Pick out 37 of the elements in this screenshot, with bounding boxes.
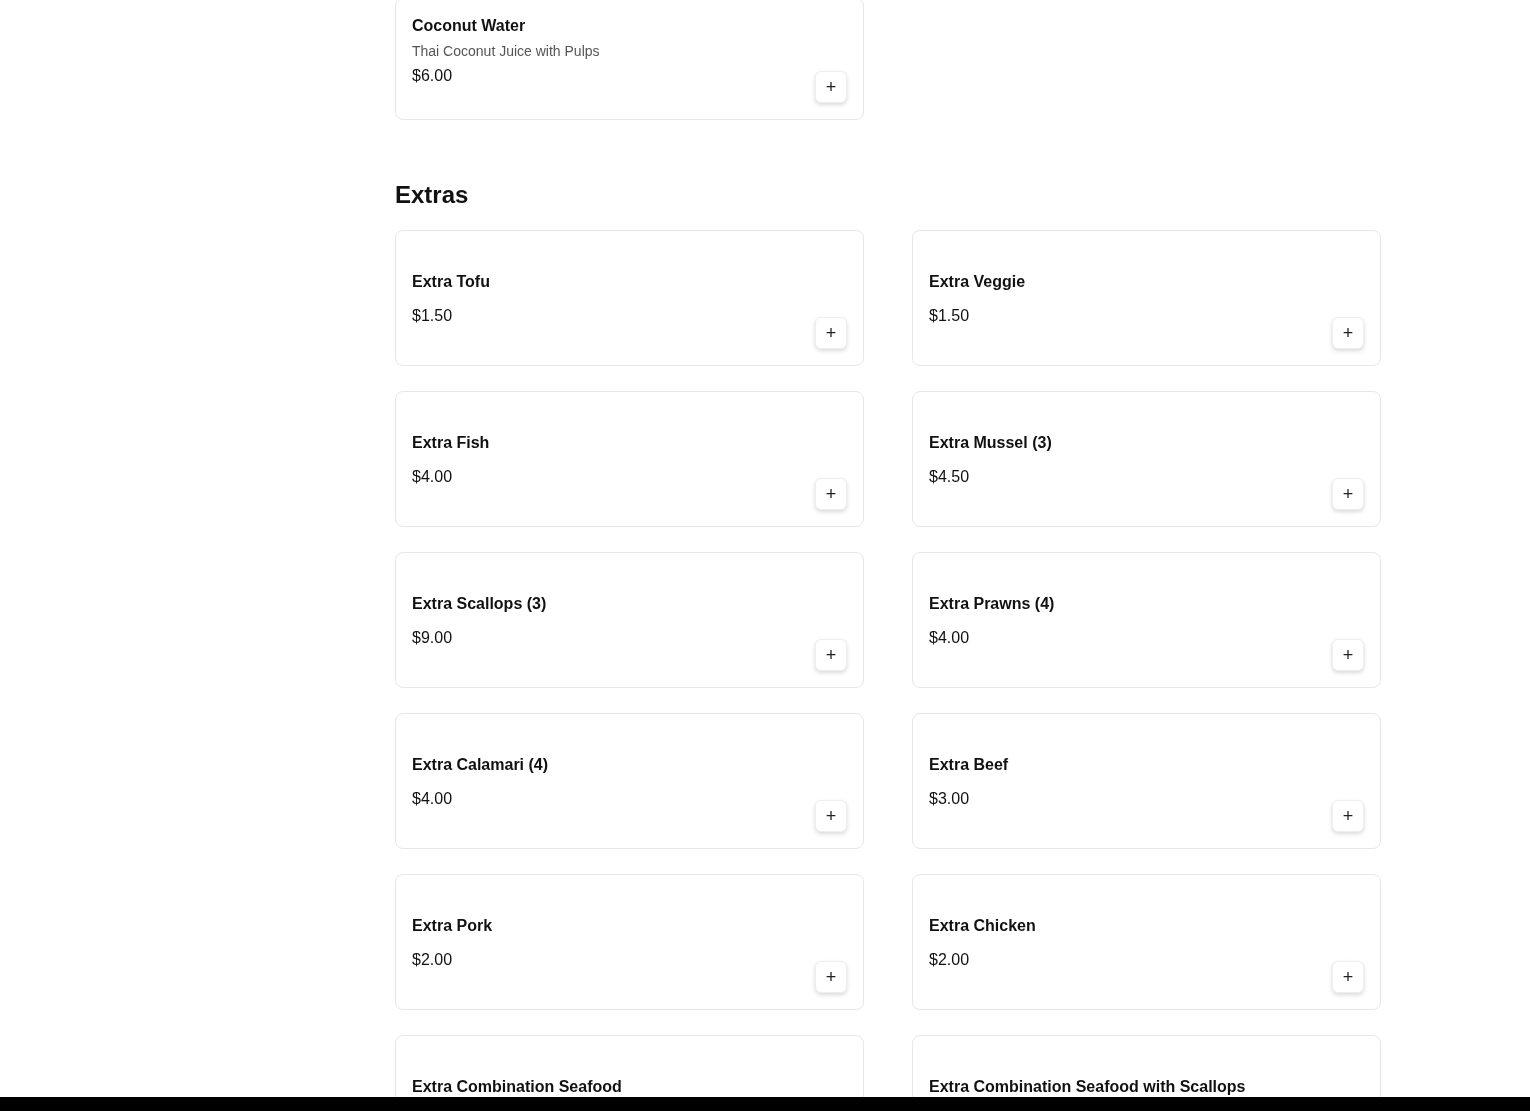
add-button[interactable]: + xyxy=(815,317,847,349)
section-heading: Extras xyxy=(395,180,470,210)
item-name: Coconut Water xyxy=(412,16,527,36)
item-name: Extra Combination Seafood xyxy=(412,1077,622,1097)
item-name: Extra Mussel (3) xyxy=(929,433,1052,453)
item-price: $1.50 xyxy=(412,306,454,326)
item-name: Extra Pork xyxy=(412,916,493,936)
item-price: $3.00 xyxy=(929,789,971,809)
item-price: $4.00 xyxy=(412,467,454,487)
item-name: Extra Fish xyxy=(412,433,490,453)
add-button[interactable]: + xyxy=(1332,478,1364,510)
add-button[interactable]: + xyxy=(1332,800,1364,832)
item-price: $2.00 xyxy=(929,950,971,970)
add-button[interactable]: + xyxy=(1332,961,1364,993)
item-name: Extra Scallops (3) xyxy=(412,594,547,614)
item-name: Extra Veggie xyxy=(929,272,1026,292)
item-price: $9.00 xyxy=(412,628,454,648)
item-price: $2.00 xyxy=(412,950,454,970)
item-price: $1.50 xyxy=(929,306,971,326)
item-price: $4.00 xyxy=(412,789,454,809)
add-button[interactable]: + xyxy=(815,71,847,103)
item-name: Extra Chicken xyxy=(929,916,1036,936)
item-name: Extra Tofu xyxy=(412,272,490,292)
add-button[interactable]: + xyxy=(815,961,847,993)
add-button[interactable]: + xyxy=(815,639,847,671)
add-button[interactable]: + xyxy=(1332,317,1364,349)
item-name: Extra Prawns (4) xyxy=(929,594,1055,614)
add-button[interactable]: + xyxy=(1332,639,1364,671)
add-button[interactable]: + xyxy=(815,800,847,832)
item-price: $4.50 xyxy=(929,467,971,487)
item-price: $6.00 xyxy=(412,66,454,86)
item-price: $4.00 xyxy=(929,628,971,648)
item-description: Thai Coconut Juice with Pulps xyxy=(412,42,600,61)
add-button[interactable]: + xyxy=(815,478,847,510)
item-name: Extra Calamari (4) xyxy=(412,755,549,775)
item-name: Extra Combination Seafood with Scallops xyxy=(929,1077,1246,1097)
item-name: Extra Beef xyxy=(929,755,1009,775)
